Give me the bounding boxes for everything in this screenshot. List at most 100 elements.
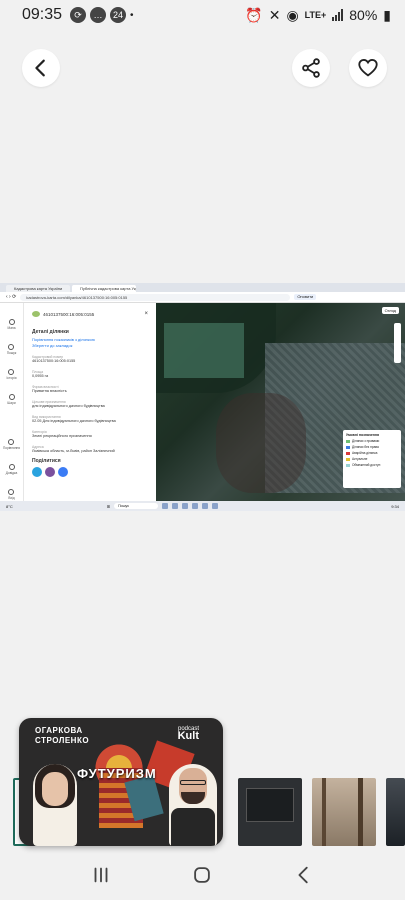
field-value: для індивідуального дачного будівництва (32, 404, 105, 408)
site-side-rail: Мапа Пошук Історія Шари Порівняння Довід… (0, 303, 24, 501)
favorite-button[interactable] (349, 49, 387, 87)
thumbnail[interactable] (312, 778, 376, 846)
taskbar-app-icon (162, 503, 169, 509)
browser-tab-active: Публічна кадастрова карта України (72, 285, 136, 292)
field-value: 02.05 Для індивідуального дачного будівн… (32, 419, 116, 423)
dot-icon: • (130, 9, 134, 21)
status-bar: 09:35 ⟳ … 24 • ⏰ ✕ ◉ LTE+ 80% ▮ (0, 0, 405, 30)
update-button: Оновити (294, 294, 317, 300)
field-value: Землі рекреаційного призначення (32, 434, 92, 438)
rail-item: Шари (7, 394, 16, 405)
battery-level: 80% (349, 7, 378, 23)
taskbar-app-icon (182, 503, 189, 509)
browser-toolbar: ‹ › ⟳ kadastrova-karta.com/dilyanka/4610… (0, 292, 405, 303)
browser-tab: Кадастрова карта України (6, 285, 70, 292)
field-value: Приватна власність (32, 389, 67, 393)
highlighted-area (164, 323, 244, 378)
rail-item: Пошук (7, 344, 16, 355)
field-value: Львівська область, м.Львів, район Залізн… (32, 449, 115, 453)
legend-item: Актуальне (346, 457, 398, 461)
messenger-icon (58, 467, 68, 477)
share-icon (302, 58, 320, 78)
status-time: 09:35 (22, 6, 63, 23)
glasses (180, 780, 206, 785)
taskbar-search: Пошук (114, 503, 159, 509)
browser-tab-strip: Кадастрова карта України Публічна кадаст… (0, 283, 405, 292)
compare-link: Порівняння показників з ділянкою (32, 337, 95, 342)
rail-item: Довідка (6, 464, 17, 475)
tree-trunk (322, 778, 326, 846)
back-nav-icon[interactable] (293, 864, 315, 886)
hills-area (216, 393, 306, 493)
legend-item: Обмежений доступ (346, 463, 398, 467)
legend-swatch (346, 463, 350, 467)
share-button[interactable] (292, 49, 330, 87)
battery-icon: ▮ (383, 6, 391, 23)
signal-icon (332, 9, 344, 21)
rail-item: Порівняння (3, 439, 20, 450)
back-button[interactable] (22, 49, 60, 87)
recent-apps-icon[interactable] (90, 864, 112, 886)
host-photo-right (169, 764, 217, 846)
heart-icon (358, 59, 378, 77)
host-name: ОГАРКОВА (35, 726, 83, 735)
bookmark-link: Зберегти до закладок (32, 343, 73, 348)
legend-item: Ділянки без права (346, 445, 398, 449)
map-tools (394, 323, 401, 363)
beard (181, 792, 205, 804)
taskbar-app-icon (202, 503, 209, 509)
tree-trunk (358, 778, 363, 846)
notification-count-badge: 24 (110, 7, 127, 23)
promo-title: ФУТУРИЗМ (77, 766, 157, 781)
windows-taskbar: 8°C ⊞ Пошук 9:34 (0, 501, 405, 511)
legend-title: Умовні позначення (346, 433, 380, 437)
home-icon[interactable] (191, 864, 213, 886)
chevron-left-icon (35, 59, 45, 77)
rail-item: Мапа (8, 319, 15, 330)
legend-swatch (346, 457, 350, 461)
promo-hosts: ОГАРКОВА СТРОЛЕНКО (35, 726, 89, 746)
system-navigation-bar (0, 855, 405, 895)
notification-icons: ⟳ … 24 • (70, 7, 134, 23)
shirt (171, 808, 215, 846)
legend-swatch (346, 445, 350, 449)
parcel-details-panel: 4610137500:16:005:0155 × Деталі ділянки … (24, 303, 156, 501)
message-icon: … (90, 7, 107, 23)
thumbnail[interactable] (386, 778, 405, 846)
share-title: Поділитися (32, 458, 61, 464)
weather-widget: 8°C (6, 503, 13, 509)
field-value: 0,0955 га (32, 374, 49, 378)
field-list: Кадастровий номер 4610137500:16:005:0155… (32, 355, 148, 453)
host-photo-left (33, 764, 77, 846)
rail-item: Історія (7, 369, 16, 380)
thumbnail[interactable] (238, 778, 302, 846)
satellite-map: Огляд Умовні позначення Ділянки з правам… (156, 303, 405, 501)
map-legend: Умовні позначення Ділянки з правами Діля… (343, 430, 401, 488)
brand-logo: Kult (177, 730, 199, 742)
host-name: СТРОЛЕНКО (35, 736, 90, 745)
legend-item: Аварійна ділянка (346, 451, 398, 455)
nav-arrows-icon: ‹ › ⟳ (6, 294, 17, 300)
taskbar-clock: 9:34 (391, 503, 399, 509)
podcast-promo-card[interactable]: ОГАРКОВА СТРОЛЕНКО podcast Kult ФУТУРИЗМ (19, 718, 223, 846)
telegram-icon (32, 467, 42, 477)
promo-brand: podcast Kult (177, 726, 199, 742)
taskbar-app-icon (212, 503, 219, 509)
site-content: Мапа Пошук Історія Шари Порівняння Довід… (0, 303, 405, 501)
legend-swatch (346, 439, 350, 443)
hotspot-icon: ◉ (286, 6, 299, 23)
field-value: 4610137500:16:005:0155 (32, 359, 76, 363)
sync-icon: ⟳ (70, 7, 87, 23)
thumbnail-image (246, 788, 294, 822)
legend-item: Ділянки з правами (346, 439, 398, 443)
share-buttons (32, 467, 148, 477)
viewed-screenshot[interactable]: Кадастрова карта України Публічна кадаст… (0, 283, 405, 511)
panel-header: 4610137500:16:005:0155 × (32, 311, 148, 317)
panel-cadastral-number: 4610137500:16:005:0155 (43, 311, 95, 317)
taskbar-app-icon (192, 503, 199, 509)
rail-item: Вхід (8, 489, 15, 500)
close-icon: × (144, 311, 148, 317)
address-bar: kadastrova-karta.com/dilyanka/4610137500… (20, 293, 291, 301)
windows-start-icon: ⊞ (106, 503, 111, 509)
site-logo-icon (32, 311, 40, 317)
